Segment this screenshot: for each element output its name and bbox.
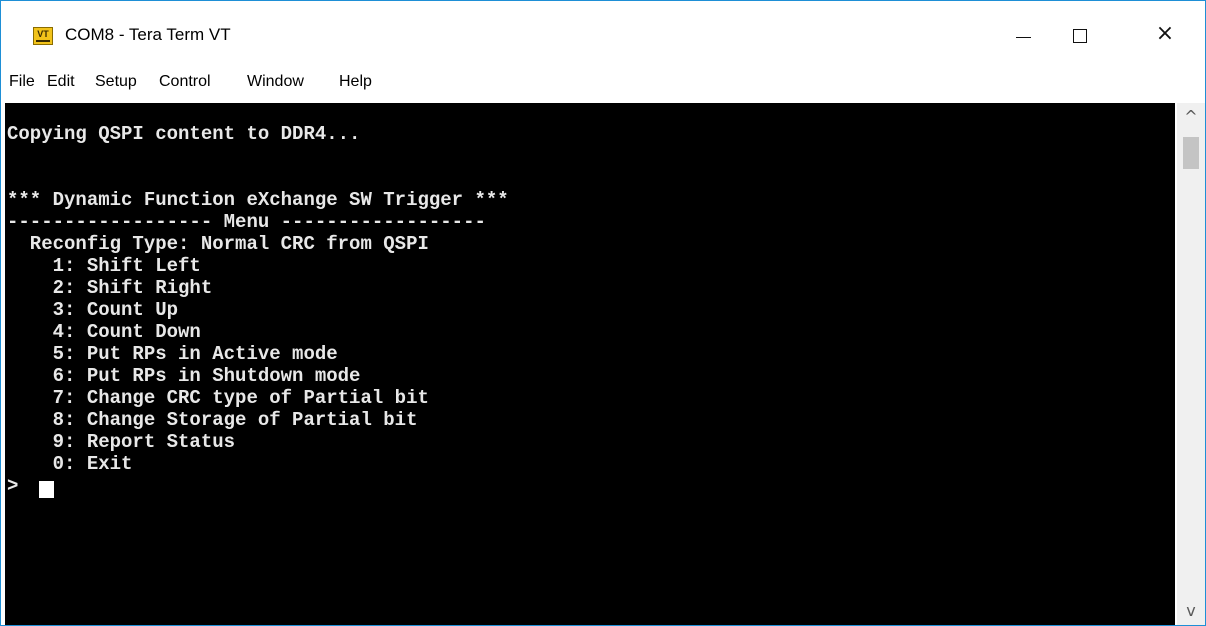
close-icon: ×	[1155, 21, 1175, 46]
window-title: COM8 - Tera Term VT	[65, 25, 231, 44]
chevron-down-icon: v	[1186, 601, 1196, 620]
terminal-line: 6: Put RPs in Shutdown mode	[7, 365, 361, 387]
terminal-line: ------------------ Menu ----------------…	[7, 211, 486, 233]
tera-term-vt-icon[interactable]: VT	[33, 27, 53, 45]
menu-bar: File Edit Setup Control Window Help	[1, 59, 1205, 99]
minimize-icon	[1016, 37, 1031, 38]
terminal-line: 3: Count Up	[7, 299, 179, 321]
terminal-line: 8: Change Storage of Partial bit	[7, 409, 418, 431]
menu-help[interactable]: Help	[339, 73, 372, 91]
maximize-icon	[1073, 29, 1087, 43]
scroll-up-button[interactable]: ^	[1177, 103, 1205, 131]
close-button[interactable]: ×	[1135, 13, 1195, 57]
terminal-line: 5: Put RPs in Active mode	[7, 343, 338, 365]
terminal-line: Copying QSPI content to DDR4...	[7, 123, 361, 145]
menu-window[interactable]: Window	[247, 73, 304, 91]
title-bar[interactable]: VT COM8 - Tera Term VT ×	[1, 1, 1205, 57]
chevron-up-icon: ^	[1184, 107, 1198, 126]
text-cursor	[39, 481, 54, 498]
menu-edit[interactable]: Edit	[47, 73, 75, 91]
scroll-thumb[interactable]	[1183, 137, 1199, 169]
tera-term-window: VT COM8 - Tera Term VT × File Edit Setup…	[0, 0, 1206, 626]
scroll-down-button[interactable]: v	[1177, 597, 1205, 625]
minimize-button[interactable]	[993, 13, 1053, 57]
terminal-line: 2: Shift Right	[7, 277, 213, 299]
menu-file[interactable]: File	[9, 73, 35, 91]
terminal-line: 9: Report Status	[7, 431, 236, 453]
vertical-scrollbar[interactable]: ^ v	[1177, 103, 1205, 625]
menu-setup[interactable]: Setup	[95, 73, 137, 91]
maximize-button[interactable]	[1051, 13, 1111, 57]
menu-control[interactable]: Control	[159, 73, 211, 91]
terminal-prompt: >	[7, 475, 30, 497]
terminal-screen[interactable]: Copying QSPI content to DDR4... *** Dyna…	[5, 103, 1175, 625]
terminal-line: 4: Count Down	[7, 321, 201, 343]
terminal-line: 7: Change CRC type of Partial bit	[7, 387, 429, 409]
terminal-line: 1: Shift Left	[7, 255, 201, 277]
terminal-line: 0: Exit	[7, 453, 133, 475]
terminal-line: *** Dynamic Function eXchange SW Trigger…	[7, 189, 509, 211]
terminal-line: Reconfig Type: Normal CRC from QSPI	[7, 233, 429, 255]
